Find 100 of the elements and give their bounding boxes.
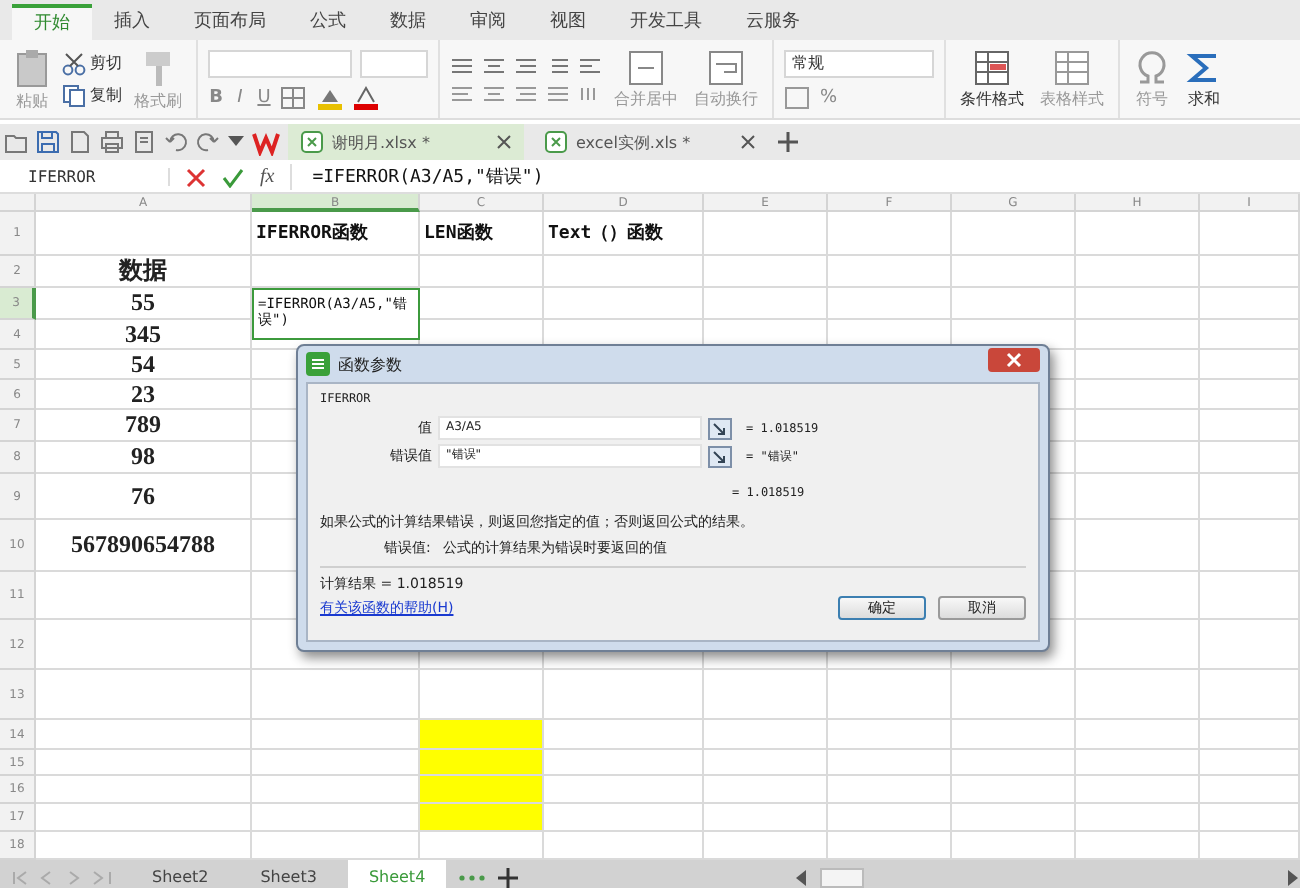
printer-icon[interactable]: [100, 130, 124, 154]
table-cell: 98: [36, 442, 252, 474]
sheet-tab[interactable]: Sheet4: [348, 860, 446, 888]
table-cell: [1076, 474, 1200, 520]
conditional-format-button[interactable]: 条件格式: [956, 47, 1028, 111]
sheet-tab[interactable]: Sheet2: [132, 860, 229, 888]
plus-icon[interactable]: [497, 867, 518, 887]
menu-tab[interactable]: 审阅: [448, 4, 528, 40]
table-cell: [828, 720, 952, 750]
table-cell: [1076, 442, 1200, 474]
scissors-icon: [62, 51, 86, 75]
font-color-icon: [352, 85, 380, 109]
check-icon[interactable]: [222, 167, 244, 187]
merge-center-button[interactable]: 合并居中: [610, 47, 682, 111]
table-cell: [952, 212, 1076, 256]
cut-button[interactable]: 剪切: [62, 51, 122, 75]
wrap-text-button[interactable]: 自动换行: [690, 47, 762, 111]
table-cell: [1076, 410, 1200, 442]
paste-button[interactable]: 粘贴: [10, 45, 54, 113]
font-style-button[interactable]: B: [208, 87, 224, 107]
formula-input[interactable]: =IFERROR(A3/A5,"错误"): [290, 164, 544, 190]
font-style-button[interactable]: I: [232, 87, 248, 107]
close-icon[interactable]: [496, 134, 512, 150]
symbol-button[interactable]: 符号: [1130, 47, 1174, 111]
wps-logo-icon: [252, 128, 280, 156]
number-format-dropdown[interactable]: 常规: [784, 49, 934, 77]
table-cell: [1076, 750, 1200, 776]
align-icon[interactable]: [450, 83, 474, 103]
scrollbar-thumb[interactable]: [820, 867, 864, 887]
undo-icon[interactable]: [164, 130, 188, 154]
align-icon[interactable]: [546, 55, 570, 75]
sum-button[interactable]: 求和: [1182, 47, 1226, 111]
plus-icon[interactable]: [776, 130, 800, 154]
table-cell: [952, 720, 1076, 750]
copy-icon: [62, 83, 86, 107]
cancel-icon[interactable]: [186, 167, 206, 187]
table-cell: [1200, 750, 1300, 776]
table-cell: [1076, 256, 1200, 288]
align-icon[interactable]: [514, 55, 538, 75]
insert-function-button[interactable]: fx: [260, 166, 275, 188]
left-arrow-icon[interactable]: [796, 869, 808, 885]
table-cell: [1200, 288, 1300, 320]
align-icon[interactable]: [514, 83, 538, 103]
dropdown-caret-icon[interactable]: [228, 136, 244, 148]
copy-button[interactable]: 复制: [62, 83, 122, 107]
page-icon[interactable]: [132, 130, 156, 154]
table-cell: [1200, 670, 1300, 720]
spreadsheet-icon: [544, 130, 568, 154]
range-select-icon[interactable]: [708, 445, 732, 467]
table-cell: [952, 776, 1076, 804]
menu-tab[interactable]: 开始: [12, 4, 92, 40]
clipboard-icon: [14, 47, 50, 87]
menu-tab[interactable]: 云服务: [724, 4, 822, 40]
menu-tab[interactable]: 数据: [368, 4, 448, 40]
table-cell: [828, 804, 952, 832]
save-icon[interactable]: [36, 130, 60, 154]
more-icon[interactable]: [457, 871, 486, 883]
redo-icon[interactable]: [196, 130, 220, 154]
document-tab[interactable]: excel实例.xls *: [532, 124, 768, 160]
wrap-text-icon: [708, 49, 744, 85]
borders-icon: [280, 85, 308, 109]
align-icon[interactable]: [450, 55, 474, 75]
align-icon[interactable]: [578, 55, 602, 75]
sheet-tab[interactable]: Sheet3: [240, 860, 337, 888]
table-cell: [828, 776, 952, 804]
menu-tab[interactable]: 开发工具: [608, 4, 724, 40]
close-icon[interactable]: [740, 134, 756, 150]
table-cell: [1076, 776, 1200, 804]
align-icon[interactable]: [482, 83, 506, 103]
close-button[interactable]: [988, 348, 1040, 372]
table-cell: [1076, 670, 1200, 720]
table-style-button[interactable]: 表格样式: [1036, 47, 1108, 111]
range-select-icon[interactable]: [708, 417, 732, 439]
menu-tab[interactable]: 页面布局: [172, 4, 288, 40]
format-painter-button[interactable]: 格式刷: [130, 45, 186, 113]
table-cell: [828, 750, 952, 776]
menu-tab[interactable]: 视图: [528, 4, 608, 40]
table-cell: [952, 256, 1076, 288]
table-cell: [1076, 212, 1200, 256]
align-icon[interactable]: [482, 55, 506, 75]
table-cell: [1200, 320, 1300, 350]
document-tab[interactable]: 谢明月.xlsx *: [288, 124, 524, 160]
folder-icon[interactable]: [4, 130, 28, 154]
table-cell: [704, 804, 828, 832]
font-style-button[interactable]: U: [256, 87, 272, 107]
name-box[interactable]: IFERROR: [0, 168, 170, 186]
menu-tab[interactable]: 公式: [288, 4, 368, 40]
omega-icon: [1134, 49, 1170, 85]
percent-button[interactable]: %: [820, 87, 838, 107]
table-cell: [1076, 520, 1200, 572]
align-icon[interactable]: [546, 83, 570, 103]
spreadsheet-icon: [300, 130, 324, 154]
table-cell: [952, 670, 1076, 720]
table-cell: [1076, 804, 1200, 832]
table-cell: [704, 256, 828, 288]
menu-tab[interactable]: 插入: [92, 4, 172, 40]
table-cell: [828, 256, 952, 288]
document-icon[interactable]: [68, 130, 92, 154]
right-arrow-icon[interactable]: [1288, 869, 1300, 885]
table-cell: [1076, 350, 1200, 380]
